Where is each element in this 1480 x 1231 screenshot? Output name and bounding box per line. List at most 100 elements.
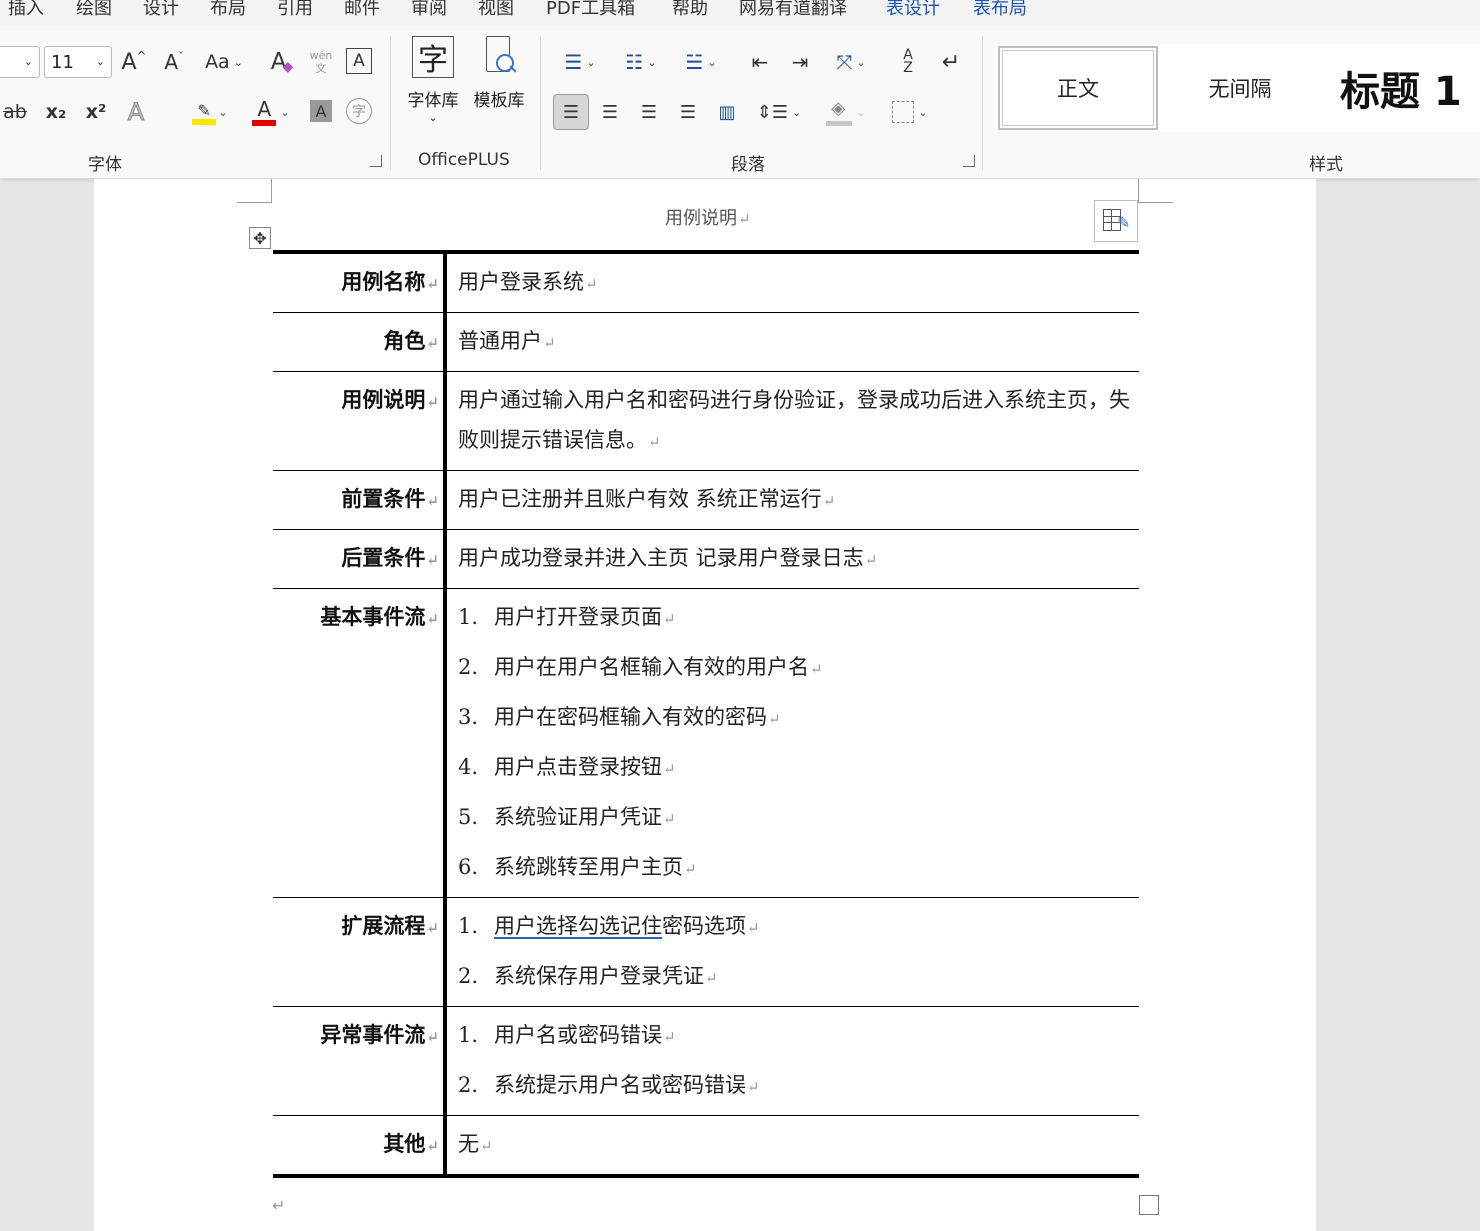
row-label-cell[interactable]: 角色↵ [273, 312, 447, 372]
row-label: 异常事件流 [320, 1022, 426, 1047]
row-label: 后置条件 [341, 545, 426, 570]
multilevel-list-button[interactable]: ☱ ⌄ [674, 46, 728, 78]
font-library-button[interactable]: 字 字体库 ⌄ [404, 36, 462, 124]
menu-youdao[interactable]: 网易有道翻译 [739, 0, 847, 20]
shading-button[interactable]: ◈ ⌄ [820, 96, 872, 128]
style-normal[interactable]: 正文 [998, 46, 1158, 130]
bullets-button[interactable]: ☰ ⌄ [553, 46, 607, 78]
superscript-icon[interactable]: x² [80, 96, 112, 128]
font-name-combo[interactable]: ⌄ [0, 46, 40, 78]
sort-icon[interactable]: AZ [892, 46, 924, 78]
crop-mark [1138, 179, 1139, 203]
phonetic-top-text: wén [309, 49, 333, 62]
table-resize-handle-icon[interactable] [1139, 1195, 1159, 1215]
align-right-icon[interactable]: ☰ [633, 96, 665, 128]
row-label-cell[interactable]: 前置条件↵ [273, 470, 447, 530]
chevron-down-icon: ⌄ [23, 55, 33, 68]
menu-mailings[interactable]: 邮件 [344, 0, 380, 20]
grow-font-icon[interactable]: A ^ [118, 46, 150, 78]
row-value-cell[interactable]: 用户通过输入用户名和密码进行身份验证，登录成功后进入系统主页，失败则提示错误信息… [445, 372, 1139, 471]
row-value-cell[interactable]: 1. 用户打开登录页面↵ 2. 用户在用户名框输入有效的用户名↵ 3. 用户在密码框输… [445, 589, 1139, 898]
phonetic-guide-icon[interactable]: wén 文 [306, 44, 336, 80]
ribbon: ⌄ 11 ⌄ A ^ Aˇ Aa ⌄ A ◆ wén 文 A ab x₂ x² A ✎ ⌄ … [0, 26, 1480, 179]
menu-draw[interactable]: 绘图 [76, 0, 112, 20]
row-label-cell[interactable]: 用例说明↵ [273, 371, 447, 471]
row-label-cell[interactable]: 后置条件↵ [273, 529, 447, 589]
enclosed-character-icon[interactable]: 字 [346, 98, 372, 124]
clear-formatting-icon[interactable]: A ◆ [266, 46, 298, 78]
menu-design[interactable]: 设计 [143, 0, 179, 20]
menu-layout[interactable]: 布局 [210, 0, 246, 20]
line-spacing-icon: ⇕☰ [756, 101, 788, 123]
table-row: 后置条件↵ 用户成功登录并进入主页 记录用户登录日志↵ [273, 529, 1139, 589]
enclosed-character-glyph: 字 [352, 104, 366, 120]
font-size-combo[interactable]: 11 ⌄ [44, 46, 112, 78]
styles-group-label: 样式 [1309, 155, 1343, 175]
style-no-spacing[interactable]: 无间隔 [1160, 46, 1320, 130]
row-label-cell[interactable]: 用例名称↵ [273, 252, 447, 313]
page-header[interactable]: 用例说明↵ [665, 204, 751, 230]
menu-insert[interactable]: 插入 [8, 0, 44, 20]
table-quick-layout-icon[interactable]: ✎ [1094, 200, 1138, 242]
row-value-cell[interactable]: 用户成功登录并进入主页 记录用户登录日志↵ [445, 530, 1139, 589]
template-library-button[interactable]: 模板库 [470, 36, 528, 111]
justify-icon[interactable]: ☰ [672, 96, 704, 128]
text-effects-icon[interactable]: A [120, 96, 152, 128]
subscript-glyph: x₂ [45, 101, 67, 123]
change-case-button[interactable]: Aa ⌄ [200, 46, 248, 78]
menu-table-design[interactable]: 表设计 [886, 0, 940, 20]
shrink-font-icon[interactable]: Aˇ [158, 46, 190, 78]
font-color-icon: A [252, 98, 277, 126]
row-label: 其他 [383, 1131, 426, 1156]
decrease-indent-icon[interactable]: ⇤ [742, 46, 778, 78]
menu-help[interactable]: 帮助 [672, 0, 708, 20]
align-left-icon[interactable]: ☰ [553, 94, 589, 130]
table-move-handle-icon[interactable]: ✥ [249, 227, 271, 249]
menu-bar: 插入 绘图 设计 布局 引用 邮件 审阅 视图 PDF工具箱 帮助 网易有道翻译… [0, 0, 1480, 26]
list-item-text: 系统提示用户名或密码错误 [494, 1073, 746, 1097]
row-label-cell[interactable]: 基本事件流↵ [273, 588, 447, 898]
spellcheck-underlined-text[interactable]: 用户选择勾选记住 [494, 914, 662, 938]
row-value-cell[interactable]: 1. 用户名或密码错误↵ 2. 系统提示用户名或密码错误↵ [445, 1007, 1139, 1116]
chevron-down-icon: ⌄ [428, 111, 438, 124]
paragraph-dialog-launcher-icon[interactable] [963, 155, 975, 167]
menu-view[interactable]: 视图 [478, 0, 514, 20]
row-value-cell[interactable]: 普通用户↵ [445, 313, 1139, 372]
row-value-cell[interactable]: 用户已注册并且账户有效 系统正常运行↵ [445, 471, 1139, 530]
crop-mark [237, 202, 272, 203]
font-color-button[interactable]: A ⌄ [244, 96, 298, 128]
font-dialog-launcher-icon[interactable] [370, 155, 382, 167]
character-shading-icon[interactable]: A [310, 100, 332, 122]
menu-review[interactable]: 审阅 [411, 0, 447, 20]
character-border-icon[interactable]: A [346, 48, 372, 74]
strikethrough-icon[interactable]: ab [0, 96, 30, 128]
increase-indent-icon[interactable]: ⇥ [782, 46, 818, 78]
menu-table-layout[interactable]: 表布局 [973, 0, 1027, 20]
row-label-cell[interactable]: 扩展流程↵ [273, 897, 447, 1007]
text-direction-button[interactable]: ⤧ ⌄ [826, 46, 876, 78]
paragraph-mark: ↵ [272, 1196, 286, 1215]
subscript-icon[interactable]: x₂ [40, 96, 72, 128]
line-spacing-button[interactable]: ⇕☰ ⌄ [754, 96, 804, 128]
row-value-cell[interactable]: 用户登录系统↵ [445, 252, 1139, 313]
show-marks-icon[interactable]: ↵ [935, 46, 967, 78]
menu-pdf-toolbox[interactable]: PDF工具箱 [546, 0, 635, 20]
list-item-text: 系统保存用户登录凭证 [494, 964, 704, 988]
style-normal-label: 正文 [1057, 77, 1099, 101]
list-item: 2. 系统保存用户登录凭证↵ [458, 964, 718, 988]
separator [540, 36, 541, 170]
row-label-cell[interactable]: 其他↵ [273, 1115, 447, 1176]
row-value-cell[interactable]: 无↵ [445, 1116, 1139, 1177]
template-library-icon [482, 36, 517, 78]
row-value: 普通用户 [458, 329, 542, 353]
chevron-down-icon: ⌄ [95, 55, 105, 68]
distributed-icon[interactable]: ▥ [711, 96, 743, 128]
style-heading-1[interactable]: 标题 1 [1322, 46, 1480, 130]
row-label-cell[interactable]: 异常事件流↵ [273, 1006, 447, 1116]
menu-references[interactable]: 引用 [277, 0, 313, 20]
numbering-button[interactable]: ☷ ⌄ [614, 46, 668, 78]
highlight-color-button[interactable]: ✎ ⌄ [183, 96, 237, 128]
borders-button[interactable]: ⌄ [884, 96, 936, 128]
align-center-icon[interactable]: ☰ [594, 96, 626, 128]
row-value-cell[interactable]: 1. 用户选择勾选记住密码选项↵ 2. 系统保存用户登录凭证↵ [445, 898, 1139, 1007]
